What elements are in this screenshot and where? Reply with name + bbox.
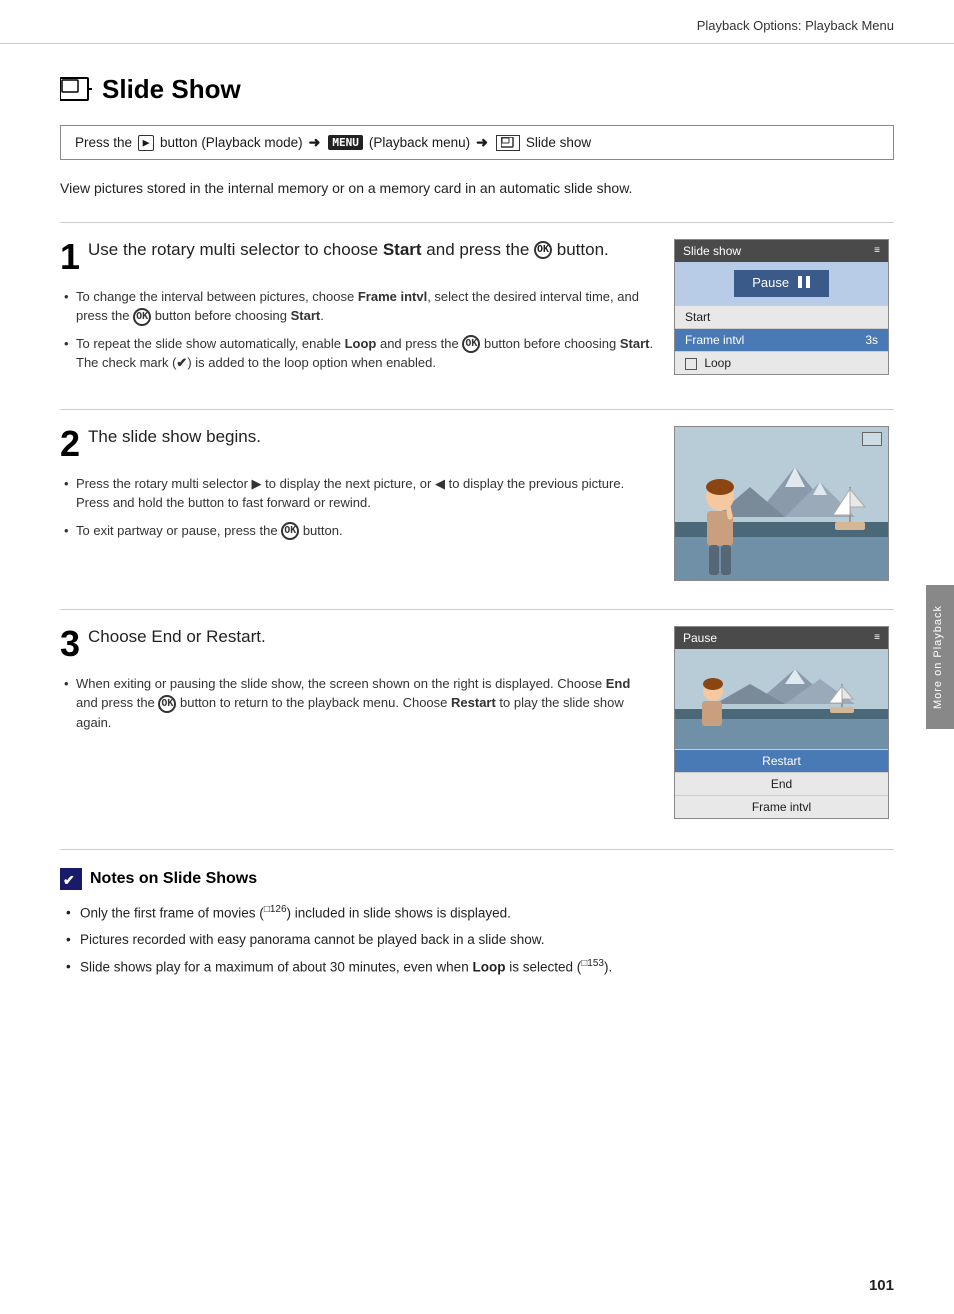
step-1-menu-framintvl-label: Frame intvl <box>685 333 744 347</box>
step-1-bullet-1: To change the interval between pictures,… <box>60 287 654 326</box>
step-3-number: 3 <box>60 626 80 662</box>
nav-arrow2: ➜ <box>476 134 488 151</box>
notes-title: Notes on Slide Shows <box>90 870 257 888</box>
step-1-pause-icon <box>797 275 811 292</box>
step-2-illustration <box>675 427 889 581</box>
page-title: Slide Show <box>102 74 241 105</box>
ok-circle-2: OK <box>281 522 299 540</box>
step-3-camera-ui: Pause ≡ <box>674 626 889 819</box>
title-area: Slide Show <box>60 74 894 105</box>
step-1-cam-icon: ≡ <box>874 245 880 256</box>
step-3-cam-title: Pause <box>683 631 717 645</box>
step-2-bullets: Press the rotary multi selector ▶ to dis… <box>60 474 654 541</box>
step-2-bullet-1: Press the rotary multi selector ▶ to dis… <box>60 474 654 513</box>
svg-text:✔: ✔ <box>63 872 75 888</box>
ok-circle-3: OK <box>158 695 176 713</box>
step-1-menu-framintvl: Frame intvl 3s <box>675 328 888 351</box>
step-3-menu-framintvl: Frame intvl <box>675 795 888 818</box>
step-2-cam-icon <box>862 432 882 446</box>
step-1-menu-loop-label: Loop <box>685 356 731 370</box>
nav-menu-desc: (Playback menu) <box>369 135 470 150</box>
step-3-cam-menu: Restart End Frame intvl <box>675 749 888 818</box>
slideshow-title-icon <box>60 76 92 104</box>
step-1-menu-framintvl-value: 3s <box>865 333 878 347</box>
nav-slide-icon <box>496 135 520 151</box>
step-2-right <box>674 426 894 581</box>
step-3-cam-header: Pause ≡ <box>675 627 888 649</box>
ref-126: □126 <box>264 904 287 915</box>
step-1-menu-loop: Loop <box>675 351 888 374</box>
step-2-left: 2 The slide show begins. Press the rotar… <box>60 426 654 581</box>
side-tab: More on Playback <box>926 585 954 729</box>
step-3-left: 3 Choose End or Restart. When exiting or… <box>60 626 654 819</box>
step-3-cam-icon: ≡ <box>874 632 880 643</box>
side-tab-text: More on Playback <box>932 605 944 709</box>
step-3-menu-restart: Restart <box>675 749 888 772</box>
step-1-menu-start: Start <box>675 305 888 328</box>
step-3-heading-text: Choose End or Restart. <box>88 627 266 646</box>
step-1-section: 1 Use the rotary multi selector to choos… <box>60 222 894 381</box>
intro-text: View pictures stored in the internal mem… <box>60 178 894 200</box>
notes-section: ✔ Notes on Slide Shows Only the first fr… <box>60 849 894 978</box>
step-2-number: 2 <box>60 426 80 462</box>
page-header: Playback Options: Playback Menu <box>0 0 954 44</box>
step-2-heading-text: The slide show begins. <box>88 427 261 446</box>
ok-circle-intvl: OK <box>133 308 151 326</box>
step-1-cam-menu: Start Frame intvl 3s Loop <box>675 305 888 374</box>
step-2-section: 2 The slide show begins. Press the rotar… <box>60 409 894 581</box>
nav-play-icon <box>138 135 154 151</box>
step-3-bullet-1: When exiting or pausing the slide show, … <box>60 674 654 733</box>
ref-153: □153 <box>581 958 604 969</box>
step-1-pause-btn: Pause <box>734 270 829 297</box>
step-3-menu-framintvl-label: Frame intvl <box>752 800 811 814</box>
step-1-camera-ui: Slide show ≡ Pause Start <box>674 239 889 375</box>
step-1-bullets: To change the interval between pictures,… <box>60 287 654 373</box>
nav-box: Press the button (Playback mode) ➜ MENU … <box>60 125 894 160</box>
step-1-heading: 1 Use the rotary multi selector to choos… <box>60 239 654 275</box>
nav-menu-label: MENU <box>328 135 363 150</box>
step-1-cam-header: Slide show ≡ <box>675 240 888 262</box>
step-3-right: Pause ≡ <box>674 626 894 819</box>
step-1-bullet-2: To repeat the slide show automatically, … <box>60 334 654 373</box>
step-2-camera-ui <box>674 426 889 581</box>
notes-item-1: Only the first frame of movies (□126) in… <box>60 902 894 924</box>
step-2-heading: 2 The slide show begins. <box>60 426 654 462</box>
step-1-right: Slide show ≡ Pause Start <box>674 239 894 381</box>
step-3-menu-end: End <box>675 772 888 795</box>
step-1-cam-title: Slide show <box>683 244 741 258</box>
notes-title-area: ✔ Notes on Slide Shows <box>60 868 894 890</box>
step-1-left: 1 Use the rotary multi selector to choos… <box>60 239 654 381</box>
notes-icon: ✔ <box>60 868 82 890</box>
loop-checkbox <box>685 358 697 370</box>
step-3-photo <box>675 649 888 749</box>
notes-list: Only the first frame of movies (□126) in… <box>60 902 894 978</box>
nav-arrow1: ➜ <box>309 134 321 151</box>
step-3-section: 3 Choose End or Restart. When exiting or… <box>60 609 894 819</box>
step-3-heading: 3 Choose End or Restart. <box>60 626 654 662</box>
notes-item-2: Pictures recorded with easy panorama can… <box>60 929 894 951</box>
step-2-bullet-2: To exit partway or pause, press the OK b… <box>60 521 654 541</box>
step-1-menu-start-label: Start <box>685 310 710 324</box>
page-number: 101 <box>869 1277 894 1294</box>
main-content: Slide Show Press the button (Playback mo… <box>0 44 954 1023</box>
nav-prefix: Press the <box>75 135 132 150</box>
notes-item-3: Slide shows play for a maximum of about … <box>60 956 894 978</box>
step-1-cam-body: Pause <box>675 262 888 305</box>
nav-suffix: Slide show <box>526 135 591 150</box>
header-title: Playback Options: Playback Menu <box>697 18 894 33</box>
ok-circle-loop: OK <box>462 335 480 353</box>
step-1-pause-label: Pause <box>752 275 789 290</box>
step-3-menu-restart-label: Restart <box>762 754 801 768</box>
step-3-illustration <box>675 649 888 749</box>
ok-circle-1: OK <box>534 241 552 259</box>
nav-mode-text: button (Playback mode) <box>160 135 303 150</box>
step-3-bullets: When exiting or pausing the slide show, … <box>60 674 654 733</box>
step-1-number: 1 <box>60 239 80 275</box>
step-3-menu-end-label: End <box>771 777 792 791</box>
